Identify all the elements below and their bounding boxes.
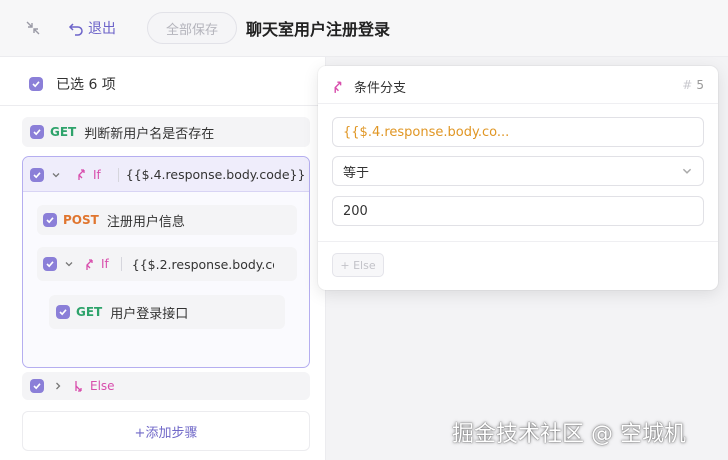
nested-if-header[interactable]: If {{$.2.response.body.code xyxy=(37,247,297,281)
chevron-right-icon[interactable] xyxy=(53,381,63,391)
if-label: If xyxy=(93,167,101,182)
step-item-get-check-username[interactable]: GET 判断新用户名是否存在 xyxy=(22,117,310,147)
step-item-get-login[interactable]: GET 用户登录接口 xyxy=(49,295,285,329)
branch-icon xyxy=(75,380,82,392)
branch-icon xyxy=(334,80,342,93)
check-icon xyxy=(33,383,41,390)
add-step-button[interactable]: +添加步骤 xyxy=(22,411,310,451)
if-condition: {{$.4.response.body.code}} xyxy=(125,167,306,182)
if-checkbox[interactable] xyxy=(43,257,57,271)
card-header: 条件分支 # 5 xyxy=(318,66,718,104)
if-checkbox[interactable] xyxy=(30,167,44,182)
if-condition: {{$.2.response.body.code xyxy=(131,256,274,272)
select-all-checkbox[interactable] xyxy=(29,77,43,91)
selection-count: 已选 6 项 xyxy=(56,77,116,93)
hash-icon: # xyxy=(682,78,693,92)
separator xyxy=(117,167,119,182)
divider xyxy=(0,105,326,106)
if-block[interactable]: If {{$.4.response.body.code}} POST 注册用户信… xyxy=(22,156,310,368)
operator-select[interactable]: 等于 xyxy=(332,156,704,186)
divider xyxy=(318,241,718,242)
if-tag: If xyxy=(76,168,101,182)
method-badge: GET xyxy=(76,305,103,319)
check-icon xyxy=(59,309,67,316)
check-icon xyxy=(46,217,54,224)
left-operand-input[interactable]: {{$.4.response.body.co... xyxy=(332,117,704,147)
right-operand-input[interactable]: 200 xyxy=(332,196,704,226)
chevron-down-icon[interactable] xyxy=(51,170,61,180)
check-icon xyxy=(33,171,41,178)
if-header[interactable]: If {{$.4.response.body.code}} xyxy=(23,157,309,192)
operator-value: 等于 xyxy=(343,165,370,181)
step-number: # 5 xyxy=(682,78,704,92)
step-checkbox[interactable] xyxy=(56,305,70,319)
branch-icon xyxy=(78,169,85,180)
watermark: 掘金技术社区 @ 空城机 xyxy=(452,422,686,447)
separator xyxy=(120,257,122,271)
card-title-text: 条件分支 xyxy=(354,81,407,96)
else-checkbox[interactable] xyxy=(30,379,44,393)
step-number-value: 5 xyxy=(696,78,704,92)
check-icon xyxy=(33,129,41,136)
method-badge: POST xyxy=(63,213,99,227)
step-item-post-register[interactable]: POST 注册用户信息 xyxy=(37,205,297,235)
selection-bar: 已选 6 项 xyxy=(29,74,116,94)
else-branch[interactable]: Else xyxy=(22,372,310,400)
exit-button[interactable]: 退出 xyxy=(68,17,116,39)
if-tag: If xyxy=(84,257,109,271)
branch-icon xyxy=(86,258,93,270)
if-label: If xyxy=(101,257,109,271)
chevron-down-icon xyxy=(682,168,692,174)
step-label: 用户登录接口 xyxy=(110,306,189,322)
add-else-button[interactable]: + Else xyxy=(332,253,384,277)
step-checkbox[interactable] xyxy=(30,125,44,139)
top-bar: 退出 全部保存 聊天室用户注册登录 xyxy=(0,0,728,57)
undo-icon xyxy=(68,23,83,36)
method-badge: GET xyxy=(50,125,77,139)
check-icon xyxy=(46,261,54,268)
page-title: 聊天室用户注册登录 xyxy=(246,20,391,39)
step-checkbox[interactable] xyxy=(43,213,57,227)
else-tag: Else xyxy=(73,379,115,393)
save-all-button[interactable]: 全部保存 xyxy=(147,12,237,44)
chevron-down-icon[interactable] xyxy=(64,259,74,269)
collapse-icon[interactable] xyxy=(24,19,42,37)
step-label: 注册用户信息 xyxy=(106,214,185,230)
check-icon xyxy=(32,81,40,88)
condition-detail-card: 条件分支 # 5 {{$.4.response.body.co... 等于 20… xyxy=(318,66,718,290)
card-title: 条件分支 xyxy=(332,77,406,96)
else-label: Else xyxy=(90,379,115,393)
step-label: 判断新用户名是否存在 xyxy=(84,126,215,142)
exit-label: 退出 xyxy=(88,21,116,37)
